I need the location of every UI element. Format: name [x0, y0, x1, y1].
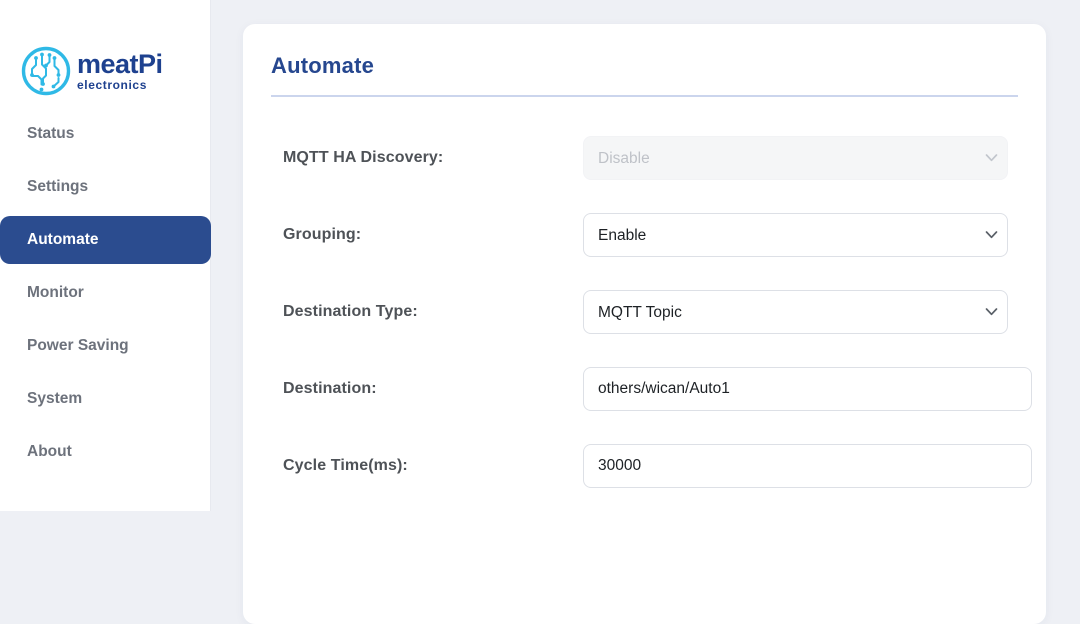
form-row: Cycle Time(ms): [271, 444, 1032, 488]
sidebar-item-label: Monitor [27, 284, 84, 301]
field-label: Grouping: [283, 226, 362, 243]
brain-circuit-icon [20, 45, 72, 97]
field-label: Cycle Time(ms): [283, 457, 408, 474]
form-row: Destination Type: MQTT Topic [271, 290, 1018, 334]
automate-card: Automate MQTT HA Discovery: Disable Grou… [243, 24, 1046, 624]
cycle-time-ms-input[interactable] [583, 444, 1032, 488]
sidebar-item-settings[interactable]: Settings [0, 163, 211, 211]
grouping-select[interactable]: Enable [583, 213, 1008, 257]
title-divider [271, 95, 1018, 97]
sidebar-item-label: About [27, 443, 72, 460]
form-row: MQTT HA Discovery: Disable [271, 136, 1018, 180]
sidebar-item-label: Status [27, 125, 75, 142]
sidebar: meatPi electronics Status Settings Autom… [0, 0, 211, 511]
sidebar-item-label: Power Saving [27, 337, 129, 354]
brand-name: meatPi [77, 49, 163, 79]
sidebar-item-system[interactable]: System [0, 375, 211, 423]
sidebar-item-automate[interactable]: Automate [0, 216, 211, 264]
field-label: MQTT HA Discovery: [283, 149, 444, 166]
destination-input[interactable] [583, 367, 1032, 411]
field-control: Disable [583, 136, 1008, 180]
field-control [583, 367, 1032, 411]
sidebar-item-about[interactable]: About [0, 428, 211, 476]
sidebar-item-power-saving[interactable]: Power Saving [0, 322, 211, 370]
brand-tagline: electronics [77, 78, 147, 92]
field-control: Enable [583, 213, 1008, 257]
sidebar-item-status[interactable]: Status [0, 110, 211, 158]
brand-logo: meatPi electronics [20, 45, 163, 97]
field-control: MQTT Topic [583, 290, 1008, 334]
field-label: Destination Type: [283, 303, 418, 320]
sidebar-item-label: Settings [27, 178, 89, 195]
form-row: Grouping: Enable [271, 213, 1018, 257]
form-row: Destination: [271, 367, 1032, 411]
automate-form: MQTT HA Discovery: Disable Grouping: Ena… [243, 136, 1046, 488]
field-label: Destination: [283, 380, 377, 397]
sidebar-nav: Status Settings Automate Monitor Power S… [0, 110, 211, 481]
mqtt-ha-discovery-select: Disable [583, 136, 1008, 180]
field-control [583, 444, 1032, 488]
sidebar-item-label: Automate [27, 231, 99, 248]
sidebar-item-label: System [27, 390, 83, 407]
sidebar-item-monitor[interactable]: Monitor [0, 269, 211, 317]
page-title: Automate [271, 53, 375, 78]
destination-type-select[interactable]: MQTT Topic [583, 290, 1008, 334]
